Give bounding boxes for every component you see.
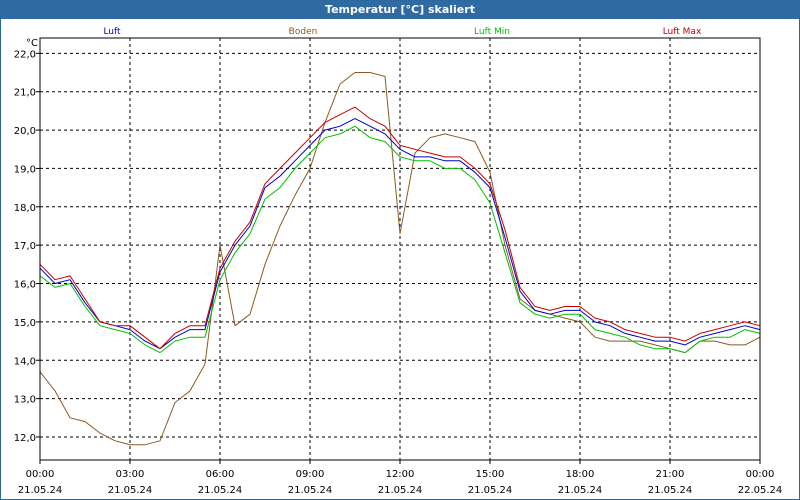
legend-label-luft-max: Luft Max (663, 27, 702, 37)
legend-label-luft-min: Luft Min (474, 27, 510, 37)
line-chart: 12,0 13,0 14,0 15,0 16,0 17,0 18,0 19,0 20,0 21,0… (14, 27, 783, 496)
y-tick-label: 15,0 (14, 318, 36, 329)
x-tick-time: 18:00 (566, 469, 595, 480)
x-tick-time: 03:00 (116, 469, 145, 480)
x-tick-date: 21.05.24 (378, 485, 423, 496)
tick-labels: 12,0 13,0 14,0 15,0 16,0 17,0 18,0 19,0 20,0 21,0… (14, 49, 783, 496)
y-tick-label: 21,0 (14, 88, 36, 99)
legend-label-boden: Boden (289, 27, 318, 37)
y-tick-label: 20,0 (14, 126, 36, 137)
y-tick-label: 18,0 (14, 203, 36, 214)
y-tick-label: 22,0 (14, 49, 36, 60)
x-tick-time: 15:00 (476, 469, 505, 480)
y-tick-label: 13,0 (14, 395, 36, 406)
y-tick-label: 14,0 (14, 356, 36, 367)
x-tick-date: 21.05.24 (648, 485, 693, 496)
series-line-luft-max (39, 106, 761, 350)
x-tick-date: 22.05.24 (738, 485, 783, 496)
x-tick-time: 21:00 (656, 469, 685, 480)
x-tick-date: 21.05.24 (288, 485, 333, 496)
x-tick-time: 12:00 (386, 469, 415, 480)
grid-lines (39, 38, 761, 460)
y-tick-label: 12,0 (14, 433, 36, 444)
x-tick-time: 09:00 (296, 469, 325, 480)
legend-label-luft: Luft (103, 27, 121, 37)
y-axis-label: °C (26, 38, 38, 49)
x-tick-date: 21.05.24 (558, 485, 603, 496)
y-tick-label: 16,0 (14, 280, 36, 291)
x-tick-date: 21.05.24 (108, 485, 153, 496)
legend: Luft Boden Luft Min Luft Max (103, 27, 702, 37)
x-tick-time: 06:00 (206, 469, 235, 480)
y-tick-label: 19,0 (14, 164, 36, 175)
x-tick-time: 00:00 (26, 469, 55, 480)
axes (36, 37, 761, 464)
x-tick-date: 21.05.24 (198, 485, 243, 496)
x-tick-date: 21.05.24 (18, 485, 63, 496)
y-tick-label: 17,0 (14, 241, 36, 252)
x-tick-time: 00:00 (746, 469, 775, 480)
x-tick-date: 21.05.24 (468, 485, 513, 496)
